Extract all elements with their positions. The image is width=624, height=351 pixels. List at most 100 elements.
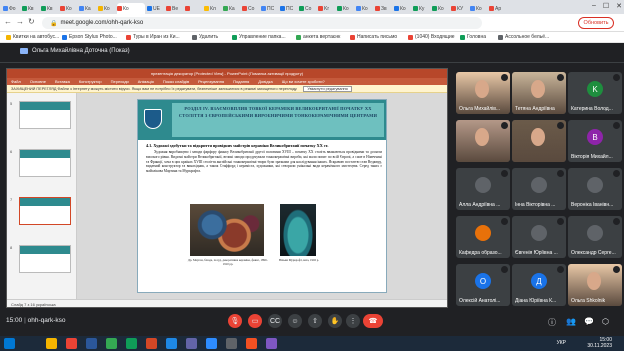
language-indicator[interactable]: УКР xyxy=(557,340,566,346)
browser-tab[interactable]: КУ xyxy=(451,3,467,14)
participant-tile[interactable]: K Катерина Волод... xyxy=(568,72,622,114)
reload-icon[interactable]: ↻ xyxy=(28,17,35,26)
browser-tab[interactable]: Ка xyxy=(223,3,239,14)
captions-button[interactable]: CC xyxy=(268,314,282,328)
participant-tile[interactable]: Євгенія Юріївна ... xyxy=(512,216,566,258)
slide-thumbnail[interactable] xyxy=(19,101,71,129)
bookmark-item[interactable]: Головна xyxy=(460,34,486,40)
browser-tab[interactable]: Со xyxy=(299,3,315,14)
enable-editing-button[interactable]: Увімкнути редагування xyxy=(303,85,352,92)
ribbon-tab[interactable]: Довідка xyxy=(258,79,272,84)
browser-tab[interactable]: ПС xyxy=(261,3,277,14)
info-icon[interactable]: ⓘ xyxy=(548,317,556,328)
chat-icon[interactable]: 💬 xyxy=(584,317,594,326)
excel-icon[interactable] xyxy=(126,338,137,349)
browser-tab[interactable]: Кв xyxy=(41,3,57,14)
telegram-icon[interactable] xyxy=(166,338,177,349)
bookmark-item[interactable]: Квитки на автобус... xyxy=(6,34,59,40)
bookmark-item[interactable]: анкета вертаєнк xyxy=(296,34,340,40)
participant-tile[interactable] xyxy=(512,120,566,162)
zoom-icon[interactable] xyxy=(206,338,217,349)
browser-tab[interactable]: Ко xyxy=(470,3,486,14)
browser-tab[interactable]: Ку xyxy=(413,3,429,14)
people-icon[interactable]: 👥 xyxy=(566,317,576,326)
store-icon[interactable] xyxy=(246,338,257,349)
participant-tile[interactable]: Д Діана Юріївна К... xyxy=(512,264,566,306)
participant-tile[interactable]: B Вікторія Михайл... xyxy=(568,120,622,162)
ribbon-tab[interactable]: Конструктор xyxy=(79,79,102,84)
bookmark-item[interactable]: Туры в Иран из Ки... xyxy=(126,34,180,40)
mic-off-button[interactable]: 🎙 xyxy=(228,314,242,328)
browser-tab[interactable]: Ко xyxy=(98,3,114,14)
chrome-icon[interactable] xyxy=(106,338,117,349)
browser-tab[interactable]: Фо xyxy=(3,3,19,14)
participant-tile[interactable] xyxy=(456,120,510,162)
bookmark-item[interactable]: Ассольное бельё... xyxy=(498,34,549,40)
browser-tab[interactable]: Зв xyxy=(375,3,391,14)
bookmark-item[interactable]: Epson Stylus Photo... xyxy=(62,34,117,40)
browser-tab[interactable]: Кв xyxy=(22,3,38,14)
word-icon[interactable] xyxy=(86,338,97,349)
leave-call-button[interactable]: ☎ xyxy=(363,314,383,328)
viber-icon[interactable] xyxy=(266,338,277,349)
browser-tab[interactable]: Кл xyxy=(204,3,220,14)
raise-hand-button[interactable]: ✋ xyxy=(328,314,342,328)
opera-icon[interactable] xyxy=(66,338,77,349)
ribbon-tab[interactable]: Анімація xyxy=(138,79,154,84)
ribbon-tab[interactable]: Рецензування xyxy=(198,79,224,84)
bookmark-item[interactable]: Управление папка... xyxy=(232,34,286,40)
browser-tab[interactable]: Ко xyxy=(60,3,76,14)
ribbon-tab[interactable]: Подання xyxy=(233,79,249,84)
participant-tile[interactable]: Олександр Серге... xyxy=(568,216,622,258)
bookmark-item[interactable]: Написать письмо xyxy=(350,34,397,40)
participant-tile[interactable]: Кафедра образо... xyxy=(456,216,510,258)
participant-tile[interactable]: Вероніка Іванівн... xyxy=(568,168,622,210)
participant-tile[interactable]: Алла Андріївна ... xyxy=(456,168,510,210)
participant-tile[interactable]: Тетяна Андріївна xyxy=(512,72,566,114)
participant-tile[interactable]: Ольга Shkolnik xyxy=(568,264,622,306)
browser-tab[interactable] xyxy=(185,3,201,14)
bookmark-item[interactable]: Удалить xyxy=(192,34,218,40)
browser-tab[interactable]: ПС xyxy=(280,3,296,14)
file-explorer-icon[interactable] xyxy=(46,338,57,349)
more-options-button[interactable]: ⋮ xyxy=(346,314,360,328)
participant-tile[interactable]: Інна Вікторівна ... xyxy=(512,168,566,210)
browser-tab[interactable]: Со xyxy=(242,3,258,14)
activities-icon[interactable]: ⬡ xyxy=(602,317,609,326)
browser-tab[interactable]: UE xyxy=(147,3,163,14)
participant-tile[interactable]: Ольга Михайлів... xyxy=(456,72,510,114)
ribbon-tab[interactable]: Переходи xyxy=(111,79,129,84)
app-icon[interactable] xyxy=(226,338,237,349)
slide-thumbnail[interactable] xyxy=(19,245,71,273)
browser-tab[interactable]: Ка xyxy=(79,3,95,14)
minimize-icon[interactable]: – xyxy=(592,2,596,10)
system-clock[interactable]: 15:00 30.11.2023 xyxy=(587,337,612,349)
url-input[interactable]: 🔒 meet.google.com/ohh-qark-kso xyxy=(42,17,482,29)
forward-icon[interactable]: → xyxy=(16,17,24,26)
close-icon[interactable]: ✕ xyxy=(616,2,622,10)
maximize-icon[interactable]: ☐ xyxy=(603,2,609,10)
browser-tab[interactable]: Ар xyxy=(489,3,505,14)
camera-off-button[interactable]: ▭ xyxy=(248,314,262,328)
browser-tab[interactable]: Ко xyxy=(356,3,372,14)
browser-tab[interactable]: Ко xyxy=(337,3,353,14)
browser-tab[interactable]: Ко xyxy=(117,3,145,14)
back-icon[interactable]: ← xyxy=(4,17,12,26)
windows-start-icon[interactable] xyxy=(4,338,15,349)
reactions-button[interactable]: ☺ xyxy=(288,314,302,328)
browser-tab[interactable]: Ко xyxy=(432,3,448,14)
slide-thumbnail[interactable] xyxy=(19,149,71,177)
slide-thumbnail[interactable] xyxy=(19,197,71,225)
browser-tab[interactable]: Ко xyxy=(394,3,410,14)
ribbon-tab[interactable]: Вставка xyxy=(55,79,70,84)
participant-tile[interactable]: O Олексій Анатолі... xyxy=(456,264,510,306)
teams-icon[interactable] xyxy=(186,338,197,349)
ribbon-tab[interactable]: Основне xyxy=(30,79,46,84)
ribbon-tab[interactable]: Показ слайдів xyxy=(163,79,189,84)
update-browser-button[interactable]: Обновить xyxy=(578,17,614,29)
ribbon-tab[interactable]: Що ви хочете зробити? xyxy=(282,79,325,84)
present-button[interactable]: ⇧ xyxy=(308,314,322,328)
ribbon-tab[interactable]: Файл xyxy=(11,79,21,84)
browser-tab[interactable]: Kr xyxy=(318,3,334,14)
powerpoint-icon[interactable] xyxy=(146,338,157,349)
